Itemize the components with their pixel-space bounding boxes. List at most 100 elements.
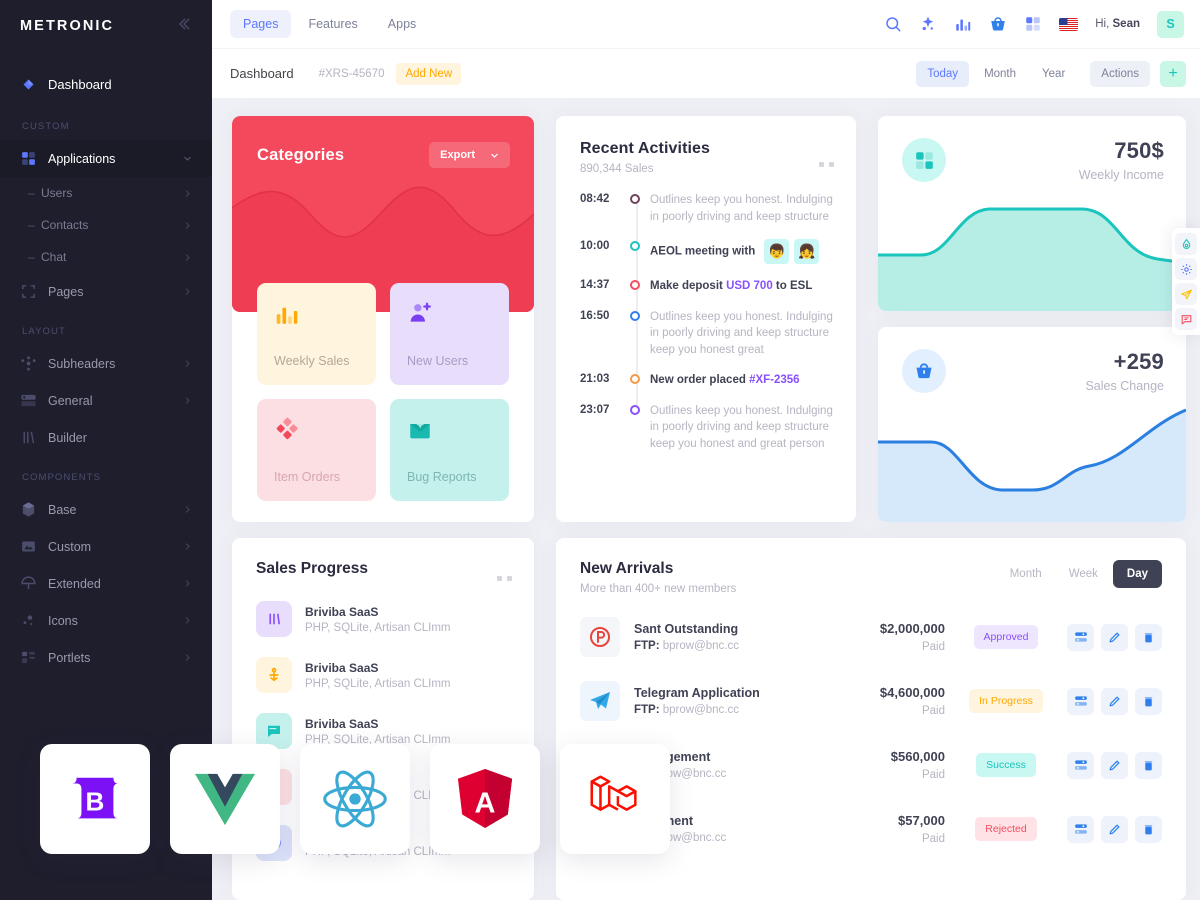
basket-icon[interactable] [989, 15, 1007, 33]
chevron-right-icon [185, 253, 190, 261]
item-name: Briviba SaaS [305, 660, 379, 675]
tile-bug-reports[interactable]: Bug Reports [390, 399, 509, 501]
bootstrap-logo[interactable]: B [40, 744, 150, 854]
more-dots-icon[interactable] [497, 576, 512, 581]
sidebar-item-base[interactable]: Base [0, 491, 212, 528]
chevron-down-icon [184, 156, 191, 161]
basket-icon [902, 349, 946, 393]
chevron-right-icon [185, 617, 190, 624]
delete-trash-icon[interactable] [1135, 623, 1162, 651]
edit-pencil-icon[interactable] [1101, 687, 1128, 715]
record-id: #XRS-45670 [318, 67, 385, 80]
row-amount-col: $4,600,000 Paid [827, 685, 945, 717]
server-icon [20, 392, 37, 409]
segment-week[interactable]: Week [1057, 560, 1110, 588]
actions-button[interactable]: Actions [1090, 60, 1150, 87]
timeline-text-after: to ESL [772, 280, 813, 292]
sidebar-item-applications[interactable]: Applications [0, 140, 212, 177]
add-button[interactable]: + [1160, 60, 1186, 87]
sidebar-item-contacts[interactable]: – Contacts [0, 209, 212, 241]
greeting-prefix: Hi, [1095, 18, 1110, 30]
search-icon[interactable] [884, 15, 902, 33]
tile-weekly-sales[interactable]: Weekly Sales [257, 283, 376, 385]
sidebar-item-extended[interactable]: Extended [0, 565, 212, 602]
row-actions [1067, 687, 1162, 715]
edit-pencil-icon[interactable] [1101, 815, 1128, 843]
settings-sliders-icon[interactable] [1067, 815, 1094, 843]
row-amount: $2,000,000 [879, 621, 945, 636]
brand-name: METRONIC [20, 18, 115, 34]
sidebar-item-users[interactable]: – Users [0, 177, 212, 209]
sparkle-cluster-icon[interactable] [919, 15, 937, 33]
tile-label: New Users [407, 354, 469, 368]
list-item-text: Briviba SaaS PHP, SQLite, Artisan CLImm [305, 661, 451, 690]
chevron-right-icon [185, 397, 190, 404]
tab-apps[interactable]: Apps [375, 10, 430, 38]
sidebar-section-custom: CUSTOM [22, 121, 70, 132]
avatar[interactable]: S [1157, 10, 1184, 38]
table-row[interactable]: Sant Outstanding FTP: bprow@bnc.cc $2,00… [580, 605, 1162, 669]
tile-new-users[interactable]: New Users [390, 283, 509, 385]
chevron-right-icon [185, 189, 190, 197]
export-button[interactable]: Export [429, 142, 510, 168]
laravel-logo[interactable] [560, 744, 670, 854]
angular-logo[interactable]: A [430, 744, 540, 854]
send-plane-icon[interactable] [1175, 283, 1197, 305]
add-new-badge[interactable]: Add New [396, 62, 462, 85]
row-name: Sant Outstanding [634, 622, 739, 636]
edit-pencil-icon[interactable] [1101, 623, 1128, 651]
timeline-dot-icon [630, 280, 640, 290]
list-item[interactable]: Briviba SaaS PHP, SQLite, Artisan CLImm [256, 647, 512, 703]
settings-sliders-icon[interactable] [1067, 751, 1094, 779]
delete-trash-icon[interactable] [1135, 687, 1162, 715]
range-month[interactable]: Month [973, 61, 1027, 87]
sidebar-item-general[interactable]: General [0, 382, 212, 419]
vue-logo[interactable] [170, 744, 280, 854]
sidebar-item-subheaders[interactable]: Subheaders [0, 345, 212, 382]
apps-grid-icon[interactable] [1024, 15, 1042, 33]
react-logo[interactable] [300, 744, 410, 854]
sidebar-item-chat[interactable]: – Chat [0, 241, 212, 273]
delete-trash-icon[interactable] [1135, 815, 1162, 843]
settings-sliders-icon[interactable] [1067, 623, 1094, 651]
list-item[interactable]: Briviba SaaS PHP, SQLite, Artisan CLImm [256, 591, 512, 647]
timeline-dot-wrap [620, 309, 650, 359]
settings-sliders-icon[interactable] [1067, 687, 1094, 715]
sidebar-label: Applications [48, 151, 116, 166]
timeline-dot-wrap [620, 372, 650, 389]
color-drop-icon[interactable] [1175, 233, 1197, 255]
segment-day[interactable]: Day [1112, 560, 1162, 588]
table-row[interactable]: Telegram Application FTP: bprow@bnc.cc $… [580, 669, 1162, 733]
sidebar-item-pages[interactable]: Pages [0, 273, 212, 310]
grid-squares-icon [20, 150, 37, 167]
tile-item-orders[interactable]: Item Orders [257, 399, 376, 501]
gear-icon[interactable] [1175, 258, 1197, 280]
bar-chart-icon[interactable] [954, 15, 972, 33]
stat-label: Sales Change [1085, 379, 1164, 393]
segment-month[interactable]: Month [998, 560, 1054, 588]
sidebar-item-dashboard[interactable]: Dashboard [0, 66, 212, 103]
range-year[interactable]: Year [1031, 61, 1076, 87]
delete-trash-icon[interactable] [1135, 751, 1162, 779]
timeline-link[interactable]: USD 700 [726, 280, 773, 292]
stat-cards-column: 750$ Weekly Income +259 Sales Change [878, 116, 1186, 522]
range-today[interactable]: Today [916, 60, 970, 87]
timeline-text: Outlines keep you honest. Indulging in p… [650, 310, 833, 356]
export-label: Export [440, 149, 475, 161]
edit-pencil-icon[interactable] [1101, 751, 1128, 779]
timeline-link[interactable]: #XF-2356 [749, 374, 800, 386]
chevrons-left-icon[interactable] [176, 16, 192, 37]
tab-features[interactable]: Features [295, 10, 370, 38]
sidebar-item-portlets[interactable]: Portlets [0, 639, 212, 676]
tab-pages[interactable]: Pages [230, 10, 292, 38]
sidebar-label: Pages [48, 284, 84, 299]
timeline-dot-icon [630, 374, 640, 384]
tile-label: Item Orders [274, 470, 340, 484]
sidebar-item-custom[interactable]: Custom [0, 528, 212, 565]
sidebar-item-icons[interactable]: Icons [0, 602, 212, 639]
us-flag-icon[interactable] [1059, 17, 1079, 31]
sidebar-item-builder[interactable]: Builder [0, 419, 212, 456]
more-dots-icon[interactable] [819, 162, 834, 167]
chat-bubble-icon[interactable] [1175, 308, 1197, 330]
row-amount: $57,000 [898, 813, 945, 828]
